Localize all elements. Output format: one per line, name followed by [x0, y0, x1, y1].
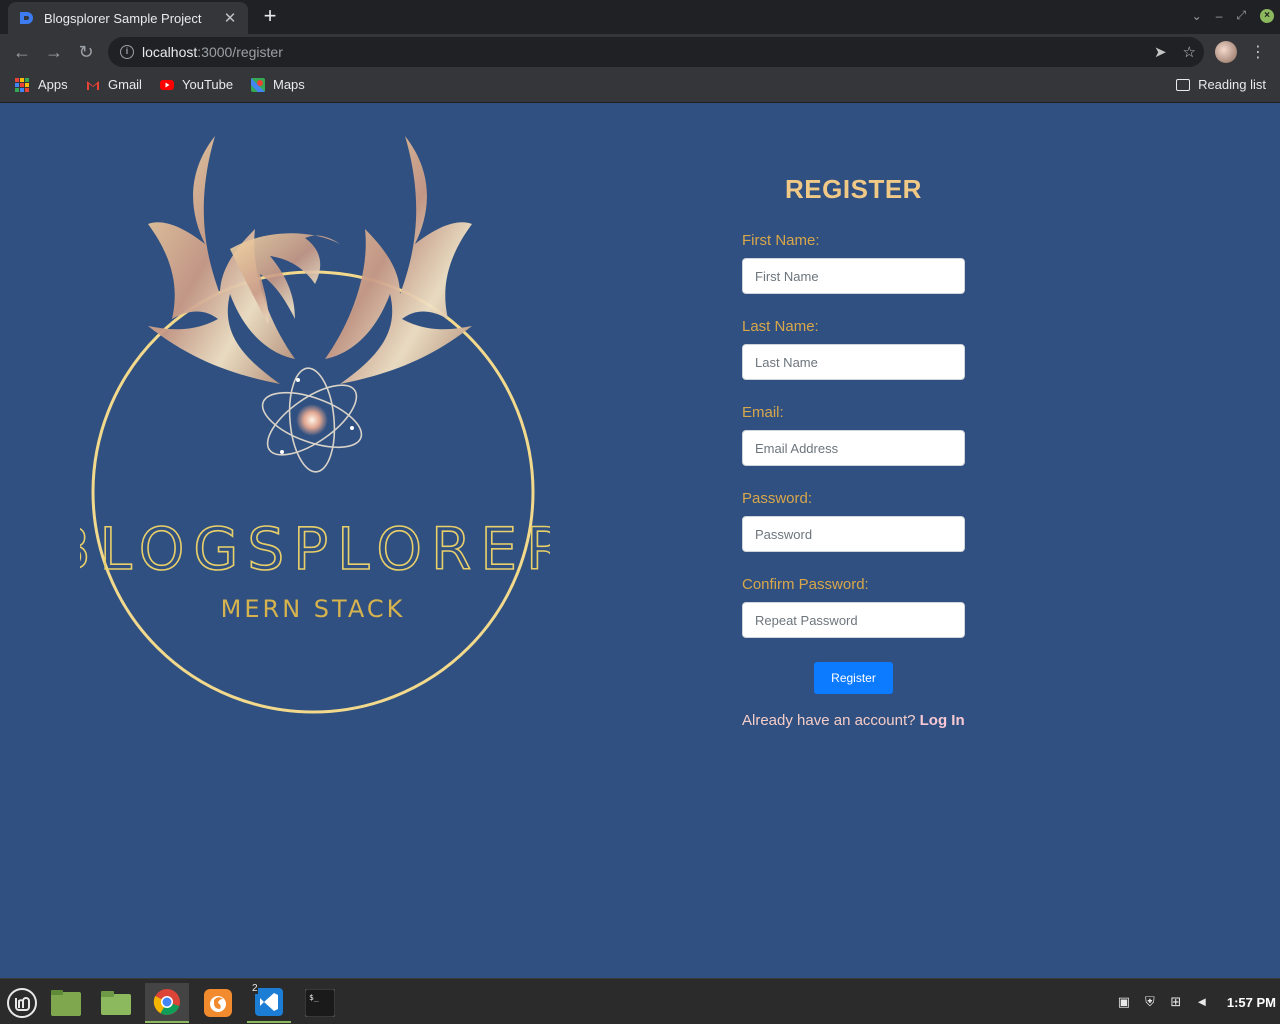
blogsplorer-logo: BLOGSPLORER MERN STACK: [80, 136, 550, 714]
os-taskbar: 2 $_ ▣ ⛨ ⊞ ◄ 1:57 PM: [0, 978, 1280, 1024]
apps-grid-icon: [15, 77, 29, 92]
last-name-label: Last Name:: [742, 318, 819, 335]
tab-strip: Blogsplorer Sample Project ✕ + ⌄ – ⤢ ×: [0, 0, 1280, 34]
address-bar[interactable]: i localhost:3000/register ➤ ☆: [108, 37, 1204, 67]
site-favicon-icon: [20, 12, 33, 24]
taskbar-desktop[interactable]: [44, 983, 88, 1023]
linux-mint-icon: [7, 988, 37, 1018]
logo-tagline-text: MERN STACK: [221, 595, 406, 623]
site-info-icon[interactable]: i: [120, 45, 134, 59]
clock[interactable]: 1:57 PM: [1227, 995, 1276, 1010]
reading-list-icon: [1176, 78, 1191, 91]
browser-tab[interactable]: Blogsplorer Sample Project ✕: [8, 2, 248, 34]
window-close-icon[interactable]: ×: [1260, 8, 1274, 23]
chrome-icon: [153, 989, 180, 1015]
tab-close-icon[interactable]: ✕: [222, 9, 238, 27]
desktop-icon: [51, 990, 81, 1016]
register-button[interactable]: Register: [814, 662, 893, 694]
browser-toolbar: ← → ↻ i localhost:3000/register ➤ ☆: [0, 34, 1280, 70]
bookmark-gmail[interactable]: Gmail: [86, 77, 142, 92]
volume-icon[interactable]: ◄: [1195, 995, 1209, 1009]
reading-list-button[interactable]: Reading list: [1176, 77, 1266, 92]
tab-search-icon[interactable]: ⌄: [1192, 9, 1202, 23]
forward-arrow-icon[interactable]: →: [42, 40, 66, 64]
profile-avatar[interactable]: [1215, 41, 1237, 63]
new-tab-button[interactable]: +: [258, 5, 282, 29]
minimize-icon[interactable]: –: [1216, 9, 1223, 23]
submit-row: Register: [742, 662, 965, 694]
bookmark-label: Gmail: [108, 77, 142, 92]
register-form: REGISTER First Name: Last Name: Email: P…: [742, 174, 965, 729]
bookmark-apps[interactable]: Apps: [15, 77, 68, 92]
email-label: Email:: [742, 404, 784, 421]
taskbar-chrome[interactable]: [145, 983, 189, 1023]
bookmark-label: Apps: [38, 77, 68, 92]
reload-icon[interactable]: ↻: [74, 40, 98, 64]
tab-title: Blogsplorer Sample Project: [44, 10, 202, 26]
bookmark-maps[interactable]: Maps: [251, 77, 305, 92]
firefox-icon: [204, 989, 232, 1017]
clipboard-icon[interactable]: ▣: [1117, 995, 1131, 1009]
vscode-window-count: 2: [252, 983, 258, 994]
send-icon[interactable]: ➤: [1154, 43, 1167, 61]
url-path: :3000/register: [197, 44, 283, 60]
gmail-icon: [87, 80, 99, 90]
password-input[interactable]: [742, 516, 965, 552]
reading-list-label: Reading list: [1198, 77, 1266, 92]
vscode-icon: [255, 988, 283, 1016]
taskbar-terminal[interactable]: $_: [298, 983, 342, 1023]
bookmarks-bar: Apps Gmail YouTube Maps Reading list: [0, 70, 1280, 103]
bookmark-star-icon[interactable]: ☆: [1183, 43, 1196, 61]
first-name-input[interactable]: [742, 258, 965, 294]
first-name-label: First Name:: [742, 232, 820, 249]
maximize-icon[interactable]: ⤢: [1236, 8, 1246, 23]
shield-icon[interactable]: ⛨: [1143, 995, 1157, 1009]
login-prompt: Already have an account? Log In: [742, 712, 965, 729]
taskbar-files[interactable]: [94, 983, 138, 1023]
taskbar-vscode[interactable]: 2: [247, 983, 291, 1023]
window-controls: ⌄ – ⤢ ×: [1192, 8, 1274, 23]
confirm-password-label: Confirm Password:: [742, 576, 869, 593]
bookmark-label: YouTube: [182, 77, 234, 92]
browser-menu-icon[interactable]: ⋮: [1250, 42, 1266, 62]
svg-text:$_: $_: [309, 993, 319, 1002]
start-menu-button[interactable]: [0, 983, 44, 1023]
folder-icon: [101, 991, 131, 1015]
login-prompt-text: Already have an account?: [742, 712, 916, 729]
url-text: localhost:3000/register: [142, 44, 283, 60]
password-label: Password:: [742, 490, 813, 507]
back-arrow-icon[interactable]: ←: [10, 40, 34, 64]
last-name-input[interactable]: [742, 344, 965, 380]
register-page: BLOGSPLORER MERN STACK REGISTER First Na…: [0, 104, 1280, 978]
network-icon[interactable]: ⊞: [1169, 995, 1183, 1009]
email-input[interactable]: [742, 430, 965, 466]
logo-brand-text: BLOGSPLORER: [80, 515, 550, 583]
bookmark-youtube[interactable]: YouTube: [160, 77, 233, 92]
youtube-icon: [160, 79, 174, 90]
url-host: localhost: [142, 44, 198, 60]
login-link[interactable]: Log In: [920, 712, 965, 729]
bookmark-label: Maps: [273, 77, 305, 92]
maps-icon: [251, 77, 265, 92]
confirm-password-input[interactable]: [742, 602, 965, 638]
system-tray: ▣ ⛨ ⊞ ◄ 1:57 PM: [1117, 979, 1276, 1024]
form-title: REGISTER: [785, 174, 922, 204]
taskbar-firefox[interactable]: [196, 983, 240, 1023]
terminal-icon: $_: [305, 989, 335, 1017]
